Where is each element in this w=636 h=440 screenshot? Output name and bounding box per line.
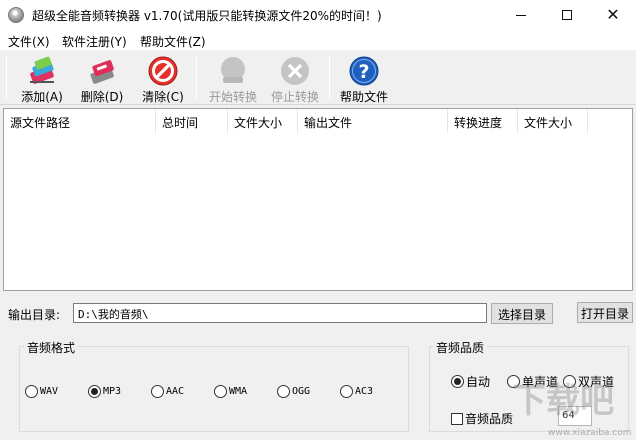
close-button[interactable]: ✕ [590,0,636,30]
title-bar[interactable]: 超级全能音频转换器 v1.70(试用版只能转换源文件20%的时间！) ✕ [0,0,636,30]
file-list[interactable]: 源文件路径 总时间 文件大小 输出文件 转换进度 文件大小 [3,108,633,291]
delete-files-icon [90,60,114,84]
radio-ac3[interactable]: AC3 [340,385,373,398]
svg-text:?: ? [358,61,369,83]
radio-circle [151,385,164,398]
menu-register[interactable]: 软件注册(Y) [62,33,127,50]
maximize-button[interactable] [544,0,590,30]
column-total-time[interactable]: 总时间 [156,109,228,133]
minimize-icon [516,14,526,16]
radio-selected-dot [454,378,461,385]
maximize-icon [562,10,572,20]
delete-button-label: 删除(D) [80,90,124,104]
output-dir-label: 输出目录: [8,308,61,322]
window-title: 超级全能音频转换器 v1.70(试用版只能转换源文件20%的时间！) [32,9,382,23]
radio-circle [451,375,464,388]
radio-selected-dot [91,388,98,395]
add-button-label: 添加(A) [21,90,63,104]
column-file-size[interactable]: 文件大小 [228,109,298,133]
radio-mp3[interactable]: MP3 [88,385,121,398]
radio-wav-label: WAV [40,386,59,397]
toolbar-separator [6,56,7,100]
open-dir-button[interactable]: 打开目录 [577,302,633,323]
radio-ogg-label: OGG [292,386,311,397]
radio-circle [88,385,101,398]
radio-auto-label: 自动 [466,375,491,389]
audio-quality-title: 音频品质 [433,339,488,356]
menu-bar: 文件(X) 软件注册(Y) 帮助文件(Z) [0,30,636,50]
toolbar-separator [329,56,330,100]
radio-mp3-label: MP3 [103,386,122,397]
start-convert-label: 开始转换 [208,90,257,104]
quality-checkbox[interactable]: 音频品质 [451,410,513,427]
column-output-file[interactable]: 输出文件 [298,109,448,133]
help-button[interactable]: ? 帮助文件 [335,52,393,104]
toolbar: 添加(A) 删除(D) 清除(C) 开始转换 停止转换 ? 帮助文件 [0,50,636,105]
radio-circle [277,385,290,398]
site-watermark-url: www.xiazaiba.com [548,428,632,438]
radio-aac-label: AAC [166,386,185,397]
add-button[interactable]: 添加(A) [13,52,71,104]
radio-aac[interactable]: AAC [151,385,184,398]
start-convert-icon [221,57,245,83]
column-output-size[interactable]: 文件大小 [518,109,588,133]
choose-dir-button[interactable]: 选择目录 [491,303,553,324]
minimize-button[interactable] [498,0,544,30]
add-files-icon [30,56,54,84]
start-convert-button[interactable]: 开始转换 [204,52,262,104]
stop-convert-label: 停止转换 [270,90,319,104]
help-icon: ? [349,56,379,86]
radio-wma[interactable]: WMA [214,385,247,398]
help-button-label: 帮助文件 [339,90,388,104]
delete-button[interactable]: 删除(D) [73,52,131,104]
output-dir-input[interactable]: D:\我的音频\ [73,303,487,323]
close-icon: ✕ [606,5,620,24]
column-progress[interactable]: 转换进度 [448,109,518,133]
radio-auto[interactable]: 自动 [451,373,490,390]
quality-checkbox-label: 音频品质 [465,412,514,426]
stop-convert-button[interactable]: 停止转换 [266,52,324,104]
radio-wav[interactable]: WAV [25,385,58,398]
checkbox-box [451,412,463,425]
stop-convert-icon [281,57,309,85]
radio-wma-label: WMA [229,386,248,397]
radio-ogg[interactable]: OGG [277,385,310,398]
cd-disc-icon [8,7,24,23]
menu-file[interactable]: 文件(X) [8,33,50,50]
clear-icon [148,56,178,86]
radio-circle [214,385,227,398]
audio-format-title: 音频格式 [24,339,79,356]
menu-help[interactable]: 帮助文件(Z) [140,33,206,50]
radio-circle [25,385,38,398]
toolbar-separator [196,56,197,100]
clear-button[interactable]: 清除(C) [134,52,192,104]
radio-ac3-label: AC3 [355,386,374,397]
clear-button-label: 清除(C) [142,90,184,104]
radio-circle [340,385,353,398]
column-source-path[interactable]: 源文件路径 [4,109,156,133]
